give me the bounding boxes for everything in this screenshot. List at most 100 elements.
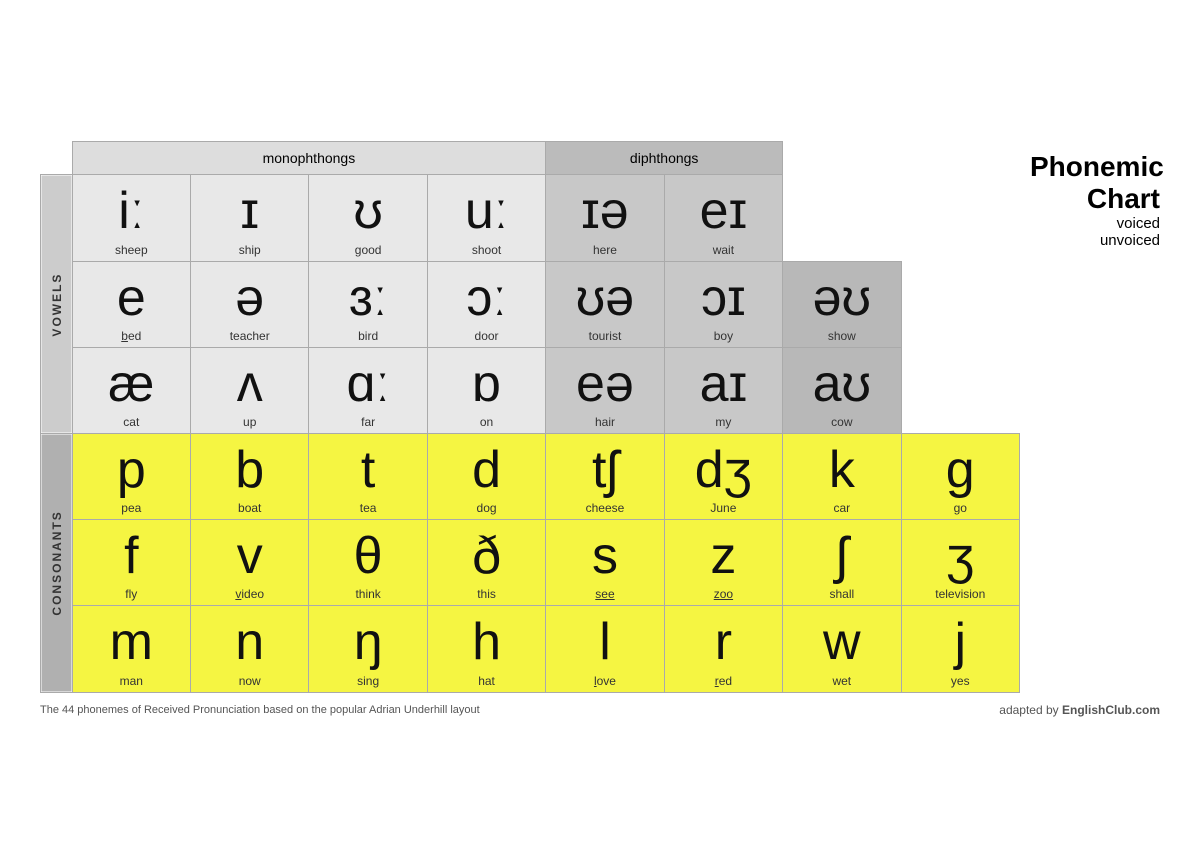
symbol-uː: uː (432, 183, 541, 240)
symbol-ɪə: ɪə (550, 183, 659, 240)
title-unvoiced: unvoiced (1030, 232, 1160, 249)
word-hair: hair (550, 415, 659, 429)
word-car: car (787, 501, 896, 515)
cell-eə: eə hair (546, 347, 664, 433)
word-dog: dog (432, 501, 541, 515)
cell-b: b boat (191, 434, 309, 520)
symbol-tʃ: tʃ (550, 442, 659, 499)
phonemic-table: monophthongs diphthongs VOWELS iː sheep (40, 141, 1020, 692)
cell-eɪ: eɪ wait (664, 175, 782, 261)
symbol-t: t (313, 442, 422, 499)
consonant-row-3: m man n now ŋ sing h hat (41, 606, 1020, 692)
symbol-ʃ: ʃ (787, 528, 896, 585)
word-far: far (313, 415, 422, 429)
symbol-s: s (550, 528, 659, 585)
word-sheep: sheep (77, 243, 186, 257)
word-zoo: zoo (669, 587, 778, 601)
symbol-ʊə: ʊə (550, 270, 659, 327)
cell-ʌ: ʌ up (191, 347, 309, 433)
cell-f: f fly (72, 520, 190, 606)
symbol-p: p (77, 442, 186, 499)
cell-d: d dog (427, 434, 545, 520)
word-boat: boat (195, 501, 304, 515)
symbol-ɔː: ɔː (432, 270, 541, 327)
cell-ŋ: ŋ sing (309, 606, 427, 692)
cell-aʊ: aʊ cow (783, 347, 901, 433)
symbol-iː: iː (77, 183, 186, 240)
corner-cell (41, 142, 73, 175)
word-on: on (432, 415, 541, 429)
cell-ɔː: ɔː door (427, 261, 545, 347)
word-shoot: shoot (432, 243, 541, 257)
cell-əʊ: əʊ show (783, 261, 901, 347)
vowels-label: VOWELS (41, 175, 73, 434)
symbol-eə: eə (550, 356, 659, 413)
cell-ɜː: ɜː bird (309, 261, 427, 347)
word-fly: fly (77, 587, 186, 601)
cell-ʊə: ʊə tourist (546, 261, 664, 347)
empty-v2 (901, 261, 1019, 347)
vowel-row-1: VOWELS iː sheep ɪ ship ʊ good (41, 175, 1020, 261)
cell-ð: ð this (427, 520, 545, 606)
cell-k: k car (783, 434, 901, 520)
symbol-aɪ: aɪ (669, 356, 778, 413)
cell-ɪə: ɪə here (546, 175, 664, 261)
main-container: monophthongs diphthongs VOWELS iː sheep (40, 141, 1160, 692)
symbol-f: f (77, 528, 186, 585)
word-television: television (906, 587, 1015, 601)
word-cheese: cheese (550, 501, 659, 515)
symbol-d: d (432, 442, 541, 499)
header-empty (783, 142, 1020, 175)
monophthongs-header: monophthongs (72, 142, 546, 175)
cell-j: j yes (901, 606, 1019, 692)
word-yes: yes (906, 674, 1015, 688)
word-hat: hat (432, 674, 541, 688)
cell-z: z zoo (664, 520, 782, 606)
footer-credit: adapted by EnglishClub.com (999, 703, 1160, 717)
symbol-ð: ð (432, 528, 541, 585)
symbol-n: n (195, 614, 304, 671)
symbol-æ: æ (77, 356, 186, 413)
word-teacher: teacher (195, 329, 304, 343)
word-up: up (195, 415, 304, 429)
symbol-ɑː: ɑː (313, 356, 422, 413)
symbol-θ: θ (313, 528, 422, 585)
symbol-l: l (550, 614, 659, 671)
symbol-ŋ: ŋ (313, 614, 422, 671)
cell-n: n now (191, 606, 309, 692)
symbol-r: r (669, 614, 778, 671)
cell-r: r red (664, 606, 782, 692)
word-sing: sing (313, 674, 422, 688)
word-cow: cow (787, 415, 896, 429)
word-show: show (787, 329, 896, 343)
vowel-row-2: e bed ə teacher ɜː bird ɔː (41, 261, 1020, 347)
cell-ɑː: ɑː far (309, 347, 427, 433)
word-shall: shall (787, 587, 896, 601)
word-love: love (550, 674, 659, 688)
consonants-label: CONSONANTS (41, 434, 73, 693)
symbol-dʒ: dʒ (669, 442, 778, 499)
symbol-ɔɪ: ɔɪ (669, 270, 778, 327)
cell-uː: uː shoot (427, 175, 545, 261)
cell-ɒ: ɒ on (427, 347, 545, 433)
cell-v: v video (191, 520, 309, 606)
symbol-ʊ: ʊ (313, 183, 422, 240)
cell-ʃ: ʃ shall (783, 520, 901, 606)
cell-iː: iː sheep (72, 175, 190, 261)
cell-ə: ə teacher (191, 261, 309, 347)
cell-e: e bed (72, 261, 190, 347)
word-tea: tea (313, 501, 422, 515)
symbol-ɒ: ɒ (432, 356, 541, 413)
word-red: red (669, 674, 778, 688)
symbol-w: w (787, 614, 896, 671)
cell-g: g go (901, 434, 1019, 520)
symbol-b: b (195, 442, 304, 499)
footer-caption: The 44 phonemes of Received Pronunciatio… (40, 704, 480, 716)
cell-l: l love (546, 606, 664, 692)
word-cat: cat (77, 415, 186, 429)
word-wait: wait (669, 243, 778, 257)
title-area: Phonemic Chart voiced unvoiced (1030, 141, 1160, 249)
word-wet: wet (787, 674, 896, 688)
word-good: good (313, 243, 422, 257)
word-bird: bird (313, 329, 422, 343)
